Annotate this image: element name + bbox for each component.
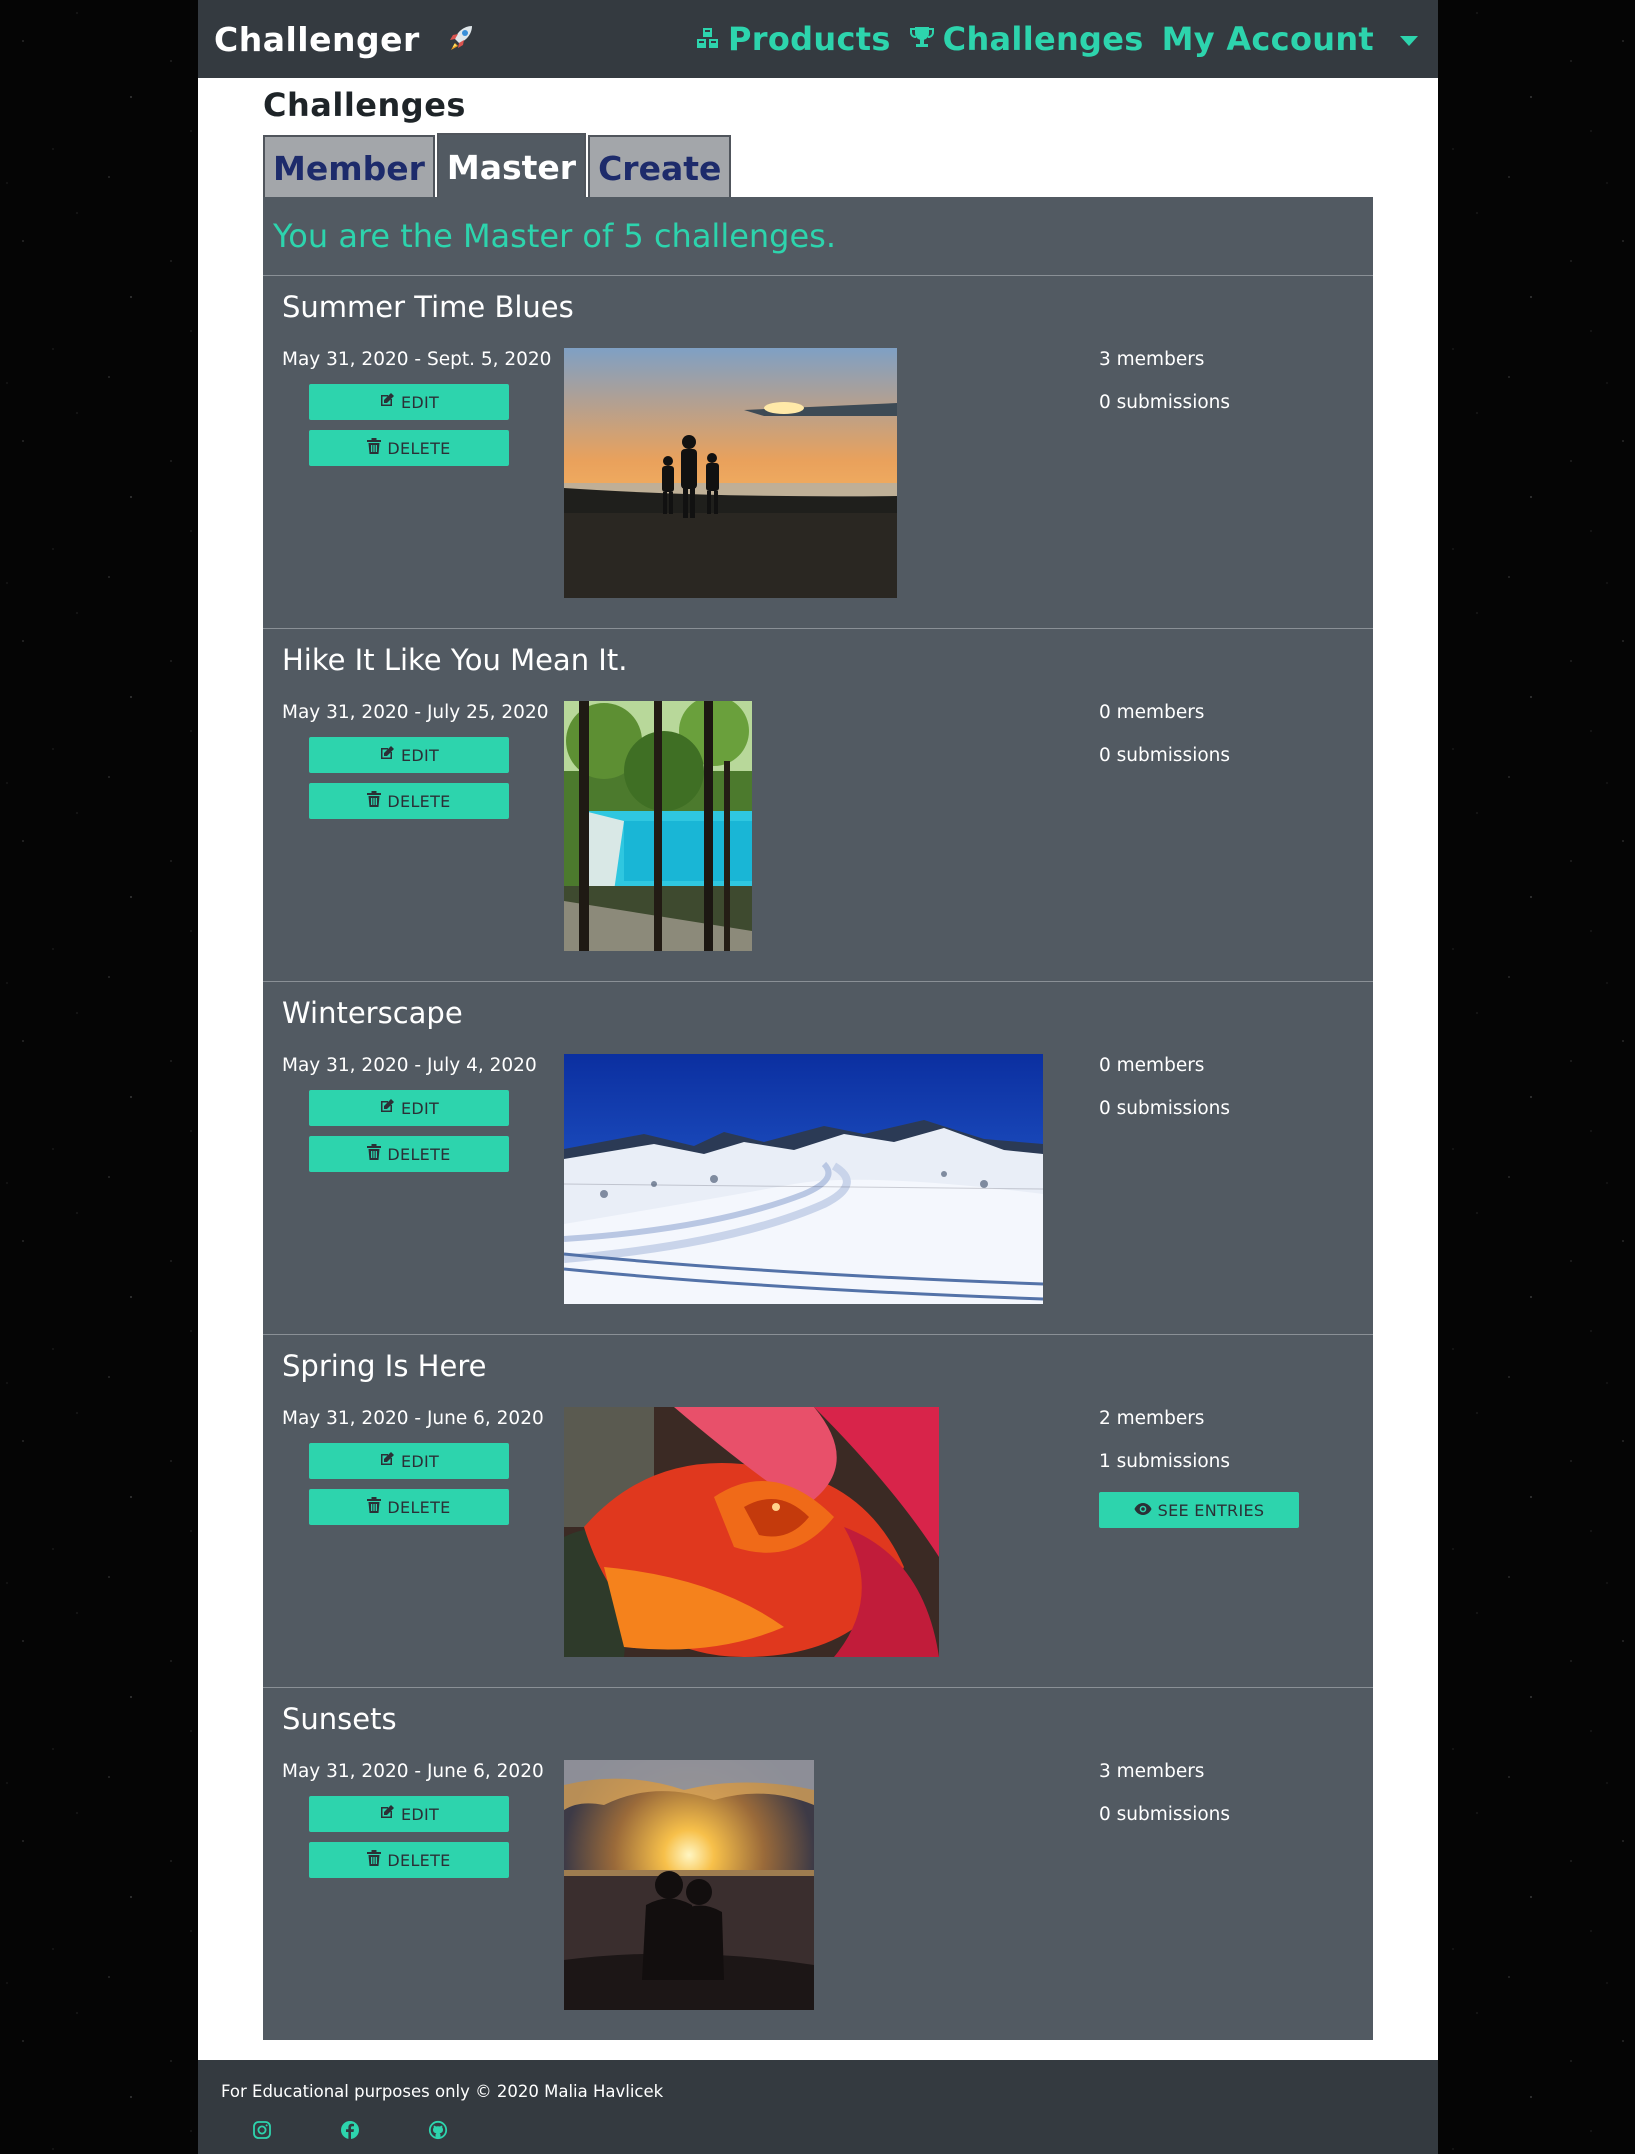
nav-challenges-label: Challenges — [942, 20, 1144, 58]
edit-icon — [379, 1451, 395, 1471]
delete-button[interactable]: DELETE — [309, 783, 509, 819]
challenge-title: Sunsets — [282, 1702, 397, 1736]
challenge-image — [564, 1760, 814, 2010]
master-challenges-panel: You are the Master of 5 challenges. Summ… — [263, 197, 1373, 2040]
edit-button[interactable]: EDIT — [309, 1090, 509, 1126]
delete-button[interactable]: DELETE — [309, 1136, 509, 1172]
challenge-dates: May 31, 2020 - Sept. 5, 2020 — [282, 349, 552, 370]
edit-icon — [379, 1804, 395, 1824]
challenge-image — [564, 348, 897, 598]
page-title: Challenges — [263, 86, 466, 124]
challenge-card: Sunsets May 31, 2020 - June 6, 2020 EDIT… — [263, 1688, 1373, 2041]
delete-label: DELETE — [387, 791, 451, 811]
submissions-count: 0 submissions — [1099, 745, 1231, 766]
edit-label: EDIT — [400, 392, 440, 412]
delete-button[interactable]: DELETE — [309, 430, 509, 466]
challenge-dates: May 31, 2020 - July 4, 2020 — [282, 1055, 537, 1076]
delete-label: DELETE — [387, 438, 451, 458]
delete-label: DELETE — [387, 1497, 451, 1517]
challenge-tabs: Member Master Create — [263, 133, 733, 199]
github-icon[interactable] — [428, 2120, 448, 2140]
challenge-title: Spring Is Here — [282, 1349, 487, 1383]
trash-icon — [367, 438, 382, 458]
footer-copyright: For Educational purposes only © 2020 Mal… — [221, 2082, 664, 2101]
challenge-image — [564, 701, 752, 951]
challenge-title: Hike It Like You Mean It. — [282, 643, 628, 677]
footer: For Educational purposes only © 2020 Mal… — [198, 2060, 1438, 2154]
members-count: 0 members — [1099, 702, 1205, 723]
cubes-icon — [696, 20, 720, 58]
edit-button[interactable]: EDIT — [309, 737, 509, 773]
brand[interactable]: Challenger — [214, 20, 478, 59]
challenge-card: Summer Time Blues May 31, 2020 - Sept. 5… — [263, 276, 1373, 629]
navbar: Challenger Products Challenges My Accoun… — [198, 0, 1438, 78]
edit-icon — [379, 745, 395, 765]
chevron-down-icon — [1400, 36, 1418, 46]
delete-label: DELETE — [387, 1850, 451, 1870]
instagram-icon[interactable] — [252, 2120, 272, 2140]
challenge-card: Spring Is Here May 31, 2020 - June 6, 20… — [263, 1335, 1373, 1688]
nav-products-link[interactable]: Products — [696, 20, 891, 58]
edit-button[interactable]: EDIT — [309, 1796, 509, 1832]
edit-button[interactable]: EDIT — [309, 384, 509, 420]
members-count: 2 members — [1099, 1408, 1205, 1429]
trash-icon — [367, 791, 382, 811]
members-count: 3 members — [1099, 349, 1205, 370]
edit-icon — [379, 392, 395, 412]
rocket-icon — [444, 20, 478, 58]
trash-icon — [367, 1850, 382, 1870]
edit-icon — [379, 1098, 395, 1118]
submissions-count: 0 submissions — [1099, 1098, 1231, 1119]
nav-challenges-link[interactable]: Challenges — [909, 20, 1144, 58]
challenge-title: Summer Time Blues — [282, 290, 574, 324]
edit-label: EDIT — [400, 1451, 440, 1471]
edit-label: EDIT — [400, 1098, 440, 1118]
nav-account-dropdown[interactable]: My Account — [1162, 20, 1418, 58]
submissions-count: 1 submissions — [1099, 1451, 1231, 1472]
challenge-dates: May 31, 2020 - June 6, 2020 — [282, 1408, 544, 1429]
members-count: 3 members — [1099, 1761, 1205, 1782]
social-links — [252, 2120, 448, 2140]
challenge-image — [564, 1054, 1043, 1304]
see-entries-button[interactable]: SEE ENTRIES — [1099, 1492, 1299, 1528]
edit-button[interactable]: EDIT — [309, 1443, 509, 1479]
delete-button[interactable]: DELETE — [309, 1842, 509, 1878]
tab-master[interactable]: Master — [436, 133, 587, 199]
challenge-title: Winterscape — [282, 996, 463, 1030]
see-entries-label: SEE ENTRIES — [1157, 1500, 1265, 1520]
nav-products-label: Products — [728, 20, 891, 58]
submissions-count: 0 submissions — [1099, 392, 1231, 413]
edit-label: EDIT — [400, 745, 440, 765]
trophy-icon — [909, 20, 935, 58]
edit-label: EDIT — [400, 1804, 440, 1824]
tab-member[interactable]: Member — [263, 135, 435, 199]
members-count: 0 members — [1099, 1055, 1205, 1076]
page-container: Challenger Products Challenges My Accoun… — [198, 0, 1438, 2154]
eye-icon — [1134, 1501, 1152, 1520]
delete-label: DELETE — [387, 1144, 451, 1164]
delete-button[interactable]: DELETE — [309, 1489, 509, 1525]
facebook-icon[interactable] — [340, 2120, 360, 2140]
challenge-card: Winterscape May 31, 2020 - July 4, 2020 … — [263, 982, 1373, 1335]
master-count-banner: You are the Master of 5 challenges. — [263, 197, 1373, 276]
trash-icon — [367, 1497, 382, 1517]
nav-account-label: My Account — [1161, 20, 1374, 58]
tab-create[interactable]: Create — [588, 135, 732, 199]
challenge-card: Hike It Like You Mean It. May 31, 2020 -… — [263, 629, 1373, 982]
brand-name[interactable]: Challenger — [214, 20, 420, 59]
challenge-image — [564, 1407, 939, 1657]
trash-icon — [367, 1144, 382, 1164]
challenge-dates: May 31, 2020 - June 6, 2020 — [282, 1761, 544, 1782]
challenge-dates: May 31, 2020 - July 25, 2020 — [282, 702, 549, 723]
submissions-count: 0 submissions — [1099, 1804, 1231, 1825]
